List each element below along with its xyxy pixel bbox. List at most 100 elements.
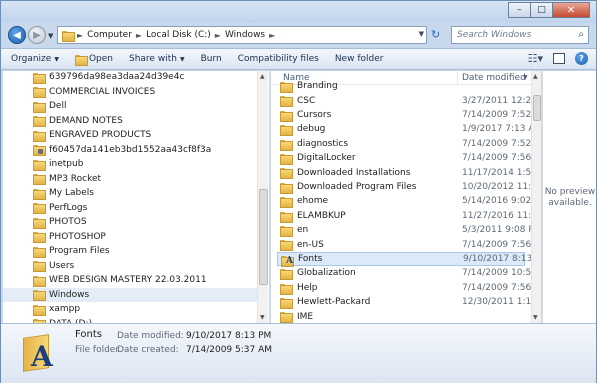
folder-icon <box>33 130 46 142</box>
file-name: Branding <box>297 81 338 92</box>
nav-item[interactable]: Users <box>33 259 74 274</box>
nav-item[interactable]: xampp <box>33 302 80 317</box>
breadcrumb-separator[interactable]: ► <box>215 31 221 40</box>
file-row[interactable]: IME <box>277 309 525 323</box>
file-row[interactable]: CSC 3/27/2011 12:20 AM <box>277 93 531 108</box>
nav-scrollbar[interactable]: ▲ ▼ <box>257 71 268 323</box>
file-row[interactable]: Help 7/14/2009 7:56 AM <box>277 281 531 295</box>
folder-icon <box>33 159 46 171</box>
nav-item[interactable]: PHOTOS <box>33 215 87 230</box>
scroll-down-icon[interactable]: ▼ <box>260 314 265 321</box>
close-button[interactable]: ✕ <box>552 2 590 18</box>
file-row[interactable]: diagnostics 7/14/2009 7:52 AM <box>277 137 531 151</box>
burn-button[interactable]: Burn <box>201 54 222 64</box>
nav-item-label: PHOTOSHOP <box>49 231 106 242</box>
nav-item[interactable]: Program Files <box>33 244 110 259</box>
chevron-down-icon: ▼ <box>179 55 185 63</box>
folder-icon <box>33 232 46 244</box>
preview-pane-icon[interactable] <box>553 53 565 64</box>
maximize-button[interactable]: □ <box>530 2 552 18</box>
file-row[interactable]: Downloaded Program Files 10/20/2012 11:02… <box>277 180 531 194</box>
nav-item-label: PHOTOS <box>49 217 87 228</box>
folder-icon <box>33 101 46 113</box>
nav-item[interactable]: f60457da141eb3bd1552aa43cf8f3a <box>33 143 211 158</box>
folder-icon <box>33 116 46 128</box>
folder-icon <box>280 168 293 180</box>
organize-button[interactable]: Organize ▼ <box>11 54 59 64</box>
new-folder-button[interactable]: New folder <box>335 54 384 64</box>
file-row[interactable]: en 5/3/2011 9:08 PM <box>277 223 531 237</box>
file-row[interactable]: A Fonts 9/10/2017 8:13 PM <box>277 251 531 267</box>
help-icon[interactable]: ? <box>575 52 588 65</box>
file-row[interactable]: ELAMBKUP 11/27/2016 11:17 ... <box>277 209 531 223</box>
breadcrumb-windows[interactable]: Windows <box>225 30 265 40</box>
nav-item[interactable]: ENGRAVED PRODUCTS <box>33 128 151 143</box>
file-row[interactable]: debug 1/9/2017 7:13 AM <box>277 122 531 137</box>
date-modified-value: 9/10/2017 8:13 PM <box>186 331 272 341</box>
file-row[interactable]: DigitalLocker 7/14/2009 7:56 AM <box>277 151 531 165</box>
file-date-modified: 7/14/2009 7:52 AM <box>462 138 531 149</box>
nav-item[interactable]: MP3 Rocket <box>33 172 101 187</box>
nav-item[interactable]: 639796da98ea3daa24d39e4c <box>33 71 184 85</box>
nav-item[interactable]: COMMERCIAL INVOICES <box>33 85 155 100</box>
folder-icon <box>33 174 46 186</box>
file-date-modified: 1/9/2017 7:13 AM <box>462 124 531 135</box>
scroll-up-icon[interactable]: ▲ <box>533 73 538 80</box>
recent-pages-caret-icon[interactable]: ▼ <box>48 32 53 40</box>
compatibility-files-label: Compatibility files <box>237 54 319 64</box>
breadcrumb-separator[interactable]: ► <box>269 31 275 40</box>
nav-item[interactable]: DEMAND NOTES <box>33 114 123 129</box>
nav-item[interactable]: inetpub <box>33 157 83 172</box>
file-date-modified: 11/27/2016 11:17 ... <box>462 210 531 221</box>
nav-item[interactable]: WEB DESIGN MASTERY 22.03.2011 <box>33 273 207 288</box>
breadcrumb-separator[interactable]: ► <box>77 31 83 40</box>
date-created-label: Date created: <box>117 345 179 355</box>
nav-item-label: 639796da98ea3daa24d39e4c <box>49 72 185 83</box>
address-bar[interactable]: ► Computer ► Local Disk (C:) ► Windows ►… <box>57 26 427 44</box>
file-row[interactable]: Downloaded Installations 11/17/2014 1:55 … <box>277 165 531 180</box>
file-row[interactable]: en-US 7/14/2009 7:56 AM <box>277 237 531 252</box>
file-date-modified: 10/20/2012 11:02 ... <box>462 181 531 192</box>
search-input[interactable]: Search Windows ⌕ <box>451 26 589 44</box>
file-row[interactable]: ehome 5/14/2016 9:02 AM <box>277 194 531 209</box>
share-with-button[interactable]: Share with ▼ <box>129 54 185 64</box>
nav-item-label: PerfLogs <box>49 202 88 213</box>
file-row[interactable]: Globalization 7/14/2009 10:54 AM <box>277 266 531 281</box>
file-row[interactable]: Hewlett-Packard 12/30/2011 1:12 ... <box>277 295 531 309</box>
breadcrumb-local-disk[interactable]: Local Disk (C:) <box>146 30 211 40</box>
scroll-down-icon[interactable]: ▼ <box>533 314 538 321</box>
preview-line-1: No preview <box>544 187 596 197</box>
forward-button[interactable]: ▶ <box>28 26 46 44</box>
compatibility-files-button[interactable]: Compatibility files <box>238 54 319 64</box>
file-date-modified: 7/14/2009 7:56 AM <box>462 239 531 250</box>
list-scroll-thumb[interactable] <box>533 95 541 121</box>
refresh-button[interactable]: ↻ <box>431 28 440 41</box>
nav-item[interactable]: Dell <box>33 99 66 114</box>
lock-icon <box>38 149 43 155</box>
change-view-icon[interactable]: ☷▾ <box>528 52 543 65</box>
file-name: Hewlett-Packard <box>297 297 371 308</box>
back-button[interactable]: ◀ <box>8 26 26 44</box>
minimize-button[interactable]: – <box>508 2 530 18</box>
breadcrumb-separator[interactable]: ► <box>136 31 142 40</box>
folder-icon <box>280 182 293 194</box>
nav-scroll-thumb[interactable] <box>259 189 268 285</box>
nav-item-label: inetpub <box>49 159 84 170</box>
chevron-down-icon: ▼ <box>54 55 59 63</box>
breadcrumb-computer[interactable]: Computer <box>87 30 132 40</box>
file-list: Name Date modified ▼ Branding CSC 3/27/201… <box>271 71 531 323</box>
search-icon[interactable]: ⌕ <box>578 29 584 40</box>
file-row[interactable]: Branding <box>277 79 525 93</box>
nav-item[interactable]: My Labels <box>33 186 94 201</box>
nav-item[interactable]: PHOTOSHOP <box>33 230 106 245</box>
file-name: debug <box>297 124 326 135</box>
folder-icon <box>280 110 293 122</box>
nav-item[interactable]: Windows <box>3 287 257 302</box>
scroll-up-icon[interactable]: ▲ <box>260 73 265 80</box>
toolbar-right: ☷▾ ? <box>528 52 588 65</box>
nav-item[interactable]: PerfLogs <box>33 201 87 216</box>
address-dropdown-icon[interactable]: ▼ <box>419 30 424 38</box>
list-scrollbar[interactable]: ▲ ▼ <box>531 71 541 323</box>
open-button[interactable]: Open <box>74 54 113 66</box>
file-row[interactable]: Cursors 7/14/2009 7:52 AM <box>277 108 531 122</box>
